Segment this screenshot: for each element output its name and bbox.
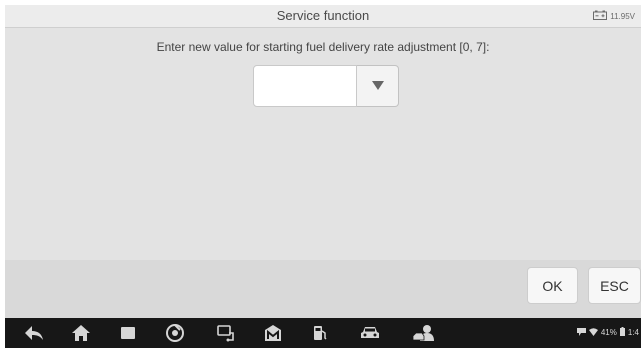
clock: 1:4 bbox=[627, 328, 639, 337]
maxi-logo-icon[interactable] bbox=[262, 322, 284, 344]
system-status: 41% 1:4 bbox=[576, 327, 639, 338]
value-input[interactable] bbox=[253, 65, 357, 107]
battery-voltage: 11.95V bbox=[610, 11, 635, 21]
back-icon[interactable] bbox=[23, 322, 45, 344]
app-window: Service function 11.95V Enter new value … bbox=[5, 5, 641, 348]
vehicle-battery-indicator: 11.95V bbox=[593, 10, 635, 22]
android-nav-bar: 41% 1:4 bbox=[5, 318, 641, 348]
ok-button[interactable]: OK bbox=[527, 267, 578, 304]
chrome-icon[interactable] bbox=[164, 322, 186, 344]
car-icon[interactable] bbox=[359, 322, 381, 344]
button-bar: OK ESC bbox=[5, 260, 641, 318]
chat-icon bbox=[576, 327, 586, 338]
recent-apps-icon[interactable] bbox=[117, 322, 139, 344]
triangle-down-icon bbox=[371, 77, 384, 95]
value-prompt: Enter new value for starting fuel delive… bbox=[156, 40, 490, 54]
fuel-icon[interactable] bbox=[309, 322, 331, 344]
car-battery-icon bbox=[593, 7, 608, 25]
dropdown-button[interactable] bbox=[357, 65, 399, 107]
dialog-content: Enter new value for starting fuel delive… bbox=[5, 28, 641, 260]
battery-percent: 41% bbox=[600, 328, 617, 337]
wifi-icon bbox=[588, 327, 598, 338]
home-icon[interactable] bbox=[70, 322, 92, 344]
vci-icon[interactable] bbox=[215, 322, 237, 344]
battery-icon bbox=[619, 327, 625, 338]
title-bar: Service function 11.95V bbox=[5, 5, 641, 28]
esc-button[interactable]: ESC bbox=[588, 267, 641, 304]
page-title: Service function bbox=[276, 8, 370, 23]
value-combobox bbox=[253, 65, 399, 107]
technician-icon[interactable] bbox=[412, 322, 438, 344]
